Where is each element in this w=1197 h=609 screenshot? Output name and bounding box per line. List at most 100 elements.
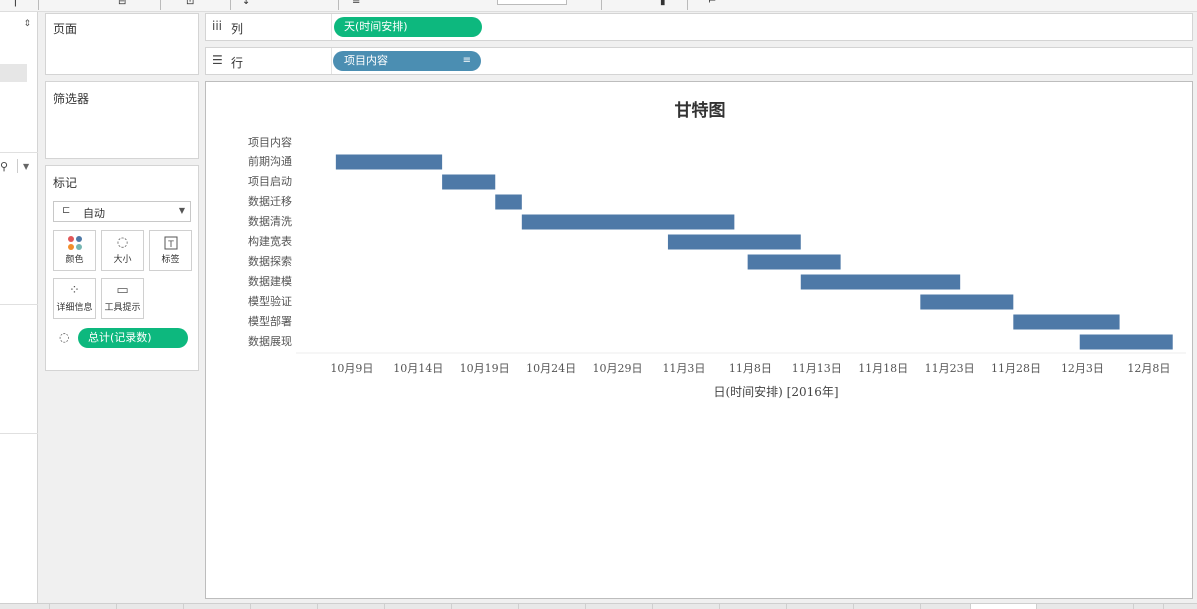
color-button[interactable]: 颜色 — [53, 230, 96, 271]
x-tick-label: 11月3日 — [662, 362, 706, 375]
toolbar-divider — [38, 0, 39, 10]
y-tick-label: 数据展现 — [248, 335, 292, 348]
sheet-tab[interactable] — [452, 604, 519, 609]
divider — [17, 159, 18, 173]
chevron-down-icon[interactable]: ▼ — [23, 162, 29, 171]
toolbar-icon[interactable]: ▮ — [660, 0, 666, 7]
chart-title: 甘特图 — [674, 101, 726, 121]
sheet-tabs — [0, 603, 1197, 609]
view-canvas[interactable]: 甘特图 项目内容 前期沟通 项目启动 数据迁移 数据清洗 构建宽表 数据探索 数据建模 模型验… — [205, 81, 1193, 599]
mark-type-label: 自动 — [83, 207, 105, 220]
count-pill[interactable]: 总计(记录数) — [78, 328, 188, 348]
gantt-bar[interactable] — [667, 234, 801, 250]
sheet-tab[interactable] — [921, 604, 971, 609]
sort-icon[interactable]: ⇕ — [23, 19, 31, 29]
rows-shelf[interactable]: ☰ 行 项目内容 ≡ — [205, 47, 1193, 75]
sort-descending-icon[interactable]: ≡ — [463, 51, 471, 71]
gantt-bar[interactable] — [1079, 334, 1173, 350]
gantt-bar[interactable] — [442, 174, 496, 190]
gantt-bar[interactable] — [521, 214, 735, 230]
x-tick-label: 11月18日 — [858, 362, 909, 375]
sheet-tab[interactable] — [586, 604, 653, 609]
color-icon — [54, 231, 95, 255]
toolbar-icon[interactable]: ⊡ — [186, 0, 194, 7]
detail-button[interactable]: ⁘ 详细信息 — [53, 278, 96, 319]
sheet-tab[interactable] — [184, 604, 251, 609]
toolbar-icon[interactable]: ▕ — [8, 0, 16, 7]
columns-shelf[interactable]: iii 列 天(时间安排) — [205, 13, 1193, 41]
x-tick-label: 10月29日 — [592, 362, 643, 375]
sheet-tab[interactable] — [653, 604, 720, 609]
svg-text:T: T — [167, 240, 174, 250]
label-button-label: 标签 — [161, 255, 180, 265]
pages-card[interactable]: 页面 — [45, 13, 199, 75]
toolbar-icon[interactable]: ↕ — [242, 0, 250, 7]
divider — [0, 304, 38, 305]
mark-type-select[interactable]: ⊏ 自动 ▼ — [53, 201, 191, 222]
divider — [331, 48, 332, 74]
sheet-tab[interactable] — [50, 604, 117, 609]
sheet-tab-active[interactable] — [971, 604, 1037, 609]
x-axis-title: 日(时间安排) [2016年] — [713, 385, 839, 399]
gantt-bar[interactable] — [1013, 314, 1120, 330]
y-tick-label: 项目启动 — [248, 175, 292, 188]
label-button[interactable]: T 标签 — [149, 230, 192, 271]
detail-button-label: 详细信息 — [56, 303, 93, 313]
rows-pill[interactable]: 项目内容 ≡ — [333, 51, 481, 71]
gantt-bar[interactable] — [920, 294, 1014, 310]
rows-pill-label: 项目内容 — [344, 54, 388, 67]
x-tick-label: 12月8日 — [1127, 362, 1171, 375]
size-encoding-icon: ◌ — [59, 330, 70, 344]
tooltip-button[interactable]: ▭ 工具提示 — [101, 278, 144, 319]
gantt-bar[interactable] — [335, 154, 443, 170]
tooltip-button-label: 工具提示 — [104, 303, 141, 313]
toolbar-icon[interactable]: ≡ — [352, 0, 360, 7]
toolbar: ▕ ⊟ ⊡ ↕ ≡ ▮ ⌐ — [0, 0, 1197, 12]
sheet-tab[interactable] — [787, 604, 854, 609]
y-tick-label: 模型部署 — [248, 315, 292, 328]
sheet-tab[interactable] — [854, 604, 921, 609]
detail-icon: ⁘ — [69, 283, 80, 298]
divider — [0, 152, 38, 153]
toolbar-divider — [160, 0, 161, 10]
x-tick-label: 11月8日 — [728, 362, 772, 375]
tooltip-icon: ▭ — [116, 283, 129, 298]
columns-icon: iii — [212, 19, 223, 33]
sheet-tab[interactable] — [385, 604, 452, 609]
automatic-mark-icon: ⊏ — [62, 205, 71, 216]
color-button-label: 颜色 — [65, 255, 84, 265]
search-icon[interactable]: ⚲ — [0, 160, 8, 173]
x-tick-label: 10月9日 — [330, 362, 374, 375]
plot-area[interactable] — [296, 132, 1186, 354]
x-tick-label: 10月24日 — [526, 362, 577, 375]
filters-card[interactable]: 筛选器 — [45, 81, 199, 159]
x-tick-label: 10月19日 — [459, 362, 510, 375]
size-button-label: 大小 — [113, 255, 132, 265]
toolbar-divider — [230, 0, 231, 10]
gantt-bar[interactable] — [495, 194, 522, 210]
rows-shelf-label: 行 — [231, 56, 244, 70]
y-tick-label: 前期沟通 — [248, 155, 292, 168]
rows-icon: ☰ — [212, 53, 223, 67]
y-tick-label: 数据建模 — [248, 275, 292, 288]
sheet-tab[interactable] — [251, 604, 318, 609]
size-button[interactable]: ◌ 大小 — [101, 230, 144, 271]
data-source-item[interactable] — [0, 64, 27, 82]
row-header-label: 项目内容 — [248, 136, 292, 149]
x-tick-label: 11月23日 — [924, 362, 975, 375]
gantt-bar[interactable] — [800, 274, 961, 290]
sheet-tab[interactable] — [519, 604, 586, 609]
sheet-tab[interactable] — [720, 604, 787, 609]
sheet-tab[interactable] — [117, 604, 184, 609]
marks-card: 标记 ⊏ 自动 ▼ 颜色 ◌ 大小 T 标签 ⁘ 详细信息 ▭ 工具提示 ◌ 总… — [45, 165, 199, 371]
sheet-tab[interactable] — [318, 604, 385, 609]
sheet-tab[interactable] — [0, 604, 50, 609]
sheet-tab[interactable] — [1134, 604, 1164, 609]
columns-pill[interactable]: 天(时间安排) — [334, 17, 482, 37]
sheet-tab[interactable] — [1037, 604, 1134, 609]
gantt-bar[interactable] — [747, 254, 841, 270]
y-tick-label: 数据迁移 — [248, 195, 292, 208]
fit-select[interactable] — [497, 0, 567, 5]
toolbar-icon[interactable]: ⊟ — [118, 0, 126, 7]
toolbar-icon[interactable]: ⌐ — [708, 0, 716, 7]
